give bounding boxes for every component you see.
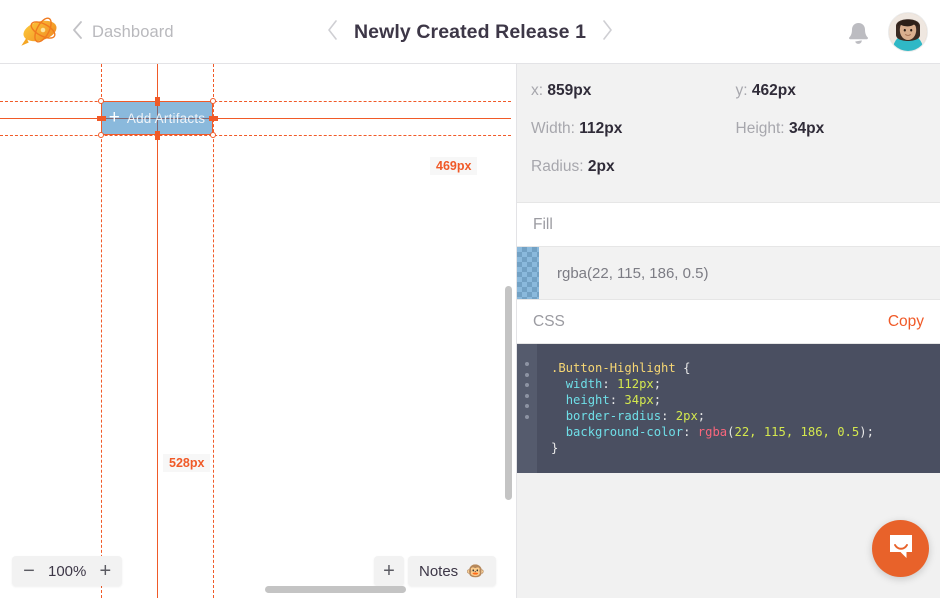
gutter-dot	[525, 415, 529, 419]
property-x: x: 859px	[531, 82, 736, 100]
plus-icon: +	[109, 108, 120, 127]
property-value: 462px	[752, 82, 796, 99]
css-section-title: CSS	[533, 313, 565, 331]
crosshair-horizontal	[0, 118, 511, 119]
fill-section-title: Fill	[533, 216, 553, 234]
property-label: Radius:	[531, 158, 584, 175]
property-label: x:	[531, 82, 543, 99]
zeplin-app-window: Dashboard Newly Created Release 1	[0, 0, 940, 598]
breadcrumb-back-dashboard[interactable]: Dashboard	[72, 0, 174, 64]
guide-vertical-left	[101, 64, 102, 598]
user-avatar[interactable]	[888, 12, 928, 52]
gutter-dot	[525, 362, 529, 366]
property-radius: Radius: 2px	[531, 158, 744, 176]
zoom-in-button[interactable]: +	[92, 557, 118, 585]
intercom-chat-launcher[interactable]	[872, 520, 929, 577]
chat-bubble-icon	[886, 531, 916, 566]
notifications-bell-icon[interactable]	[845, 20, 872, 52]
guide-horizontal-bottom	[0, 135, 511, 136]
guide-vertical-right	[213, 64, 214, 598]
css-section-header: CSS Copy	[517, 299, 940, 344]
previous-screen-icon[interactable]	[327, 20, 338, 45]
notes-label: Notes	[419, 563, 458, 580]
selected-element-add-artifacts[interactable]: + Add Artifacts	[101, 101, 213, 135]
property-row: Width: 112px Height: 34px	[517, 120, 940, 138]
resize-handle-top-right[interactable]	[210, 98, 216, 104]
zoom-control[interactable]: − 100% +	[12, 556, 122, 586]
monkey-face-icon: 🐵	[466, 562, 485, 580]
top-navigation-bar: Dashboard Newly Created Release 1	[0, 0, 940, 64]
vertical-scrollbar[interactable]	[505, 286, 512, 500]
fill-color-value: rgba(22, 115, 186, 0.5)	[539, 265, 709, 282]
tick-left	[97, 116, 106, 121]
fill-row[interactable]: rgba(22, 115, 186, 0.5)	[517, 247, 940, 299]
gutter-dot	[525, 373, 529, 377]
property-label: y:	[736, 82, 748, 99]
gutter-dot	[525, 383, 529, 387]
tick-top	[155, 97, 160, 106]
add-button[interactable]: +	[374, 556, 404, 586]
fill-section-header: Fill	[517, 202, 940, 247]
property-value: 112px	[579, 120, 622, 137]
next-screen-icon[interactable]	[602, 20, 613, 45]
gutter-dot	[525, 404, 529, 408]
property-label: Width:	[531, 120, 575, 137]
property-width: Width: 112px	[531, 120, 736, 138]
design-canvas[interactable]: + Add Artifacts 469px 528px	[0, 64, 511, 598]
page-title: Newly Created Release 1	[354, 21, 586, 44]
resize-handle-bottom-right[interactable]	[210, 132, 216, 138]
tick-bottom	[155, 131, 160, 140]
property-row: x: 859px y: 462px	[517, 82, 940, 100]
property-value: 859px	[547, 82, 591, 99]
measurement-label-left: 528px	[163, 454, 210, 472]
resize-handle-bottom-left[interactable]	[98, 132, 104, 138]
zoom-level-value: 100%	[46, 563, 88, 580]
property-row: Radius: 2px	[517, 158, 940, 176]
properties-section: x: 859px y: 462px Width: 112px Height: 3…	[517, 64, 940, 202]
breadcrumb-back-label: Dashboard	[92, 23, 174, 42]
css-code-block[interactable]: .Button-Highlight { width: 112px; height…	[517, 344, 940, 473]
zeppelin-logo-icon[interactable]	[16, 13, 62, 51]
guide-horizontal-top	[0, 101, 511, 102]
property-value: 34px	[789, 120, 824, 137]
property-y: y: 462px	[736, 82, 940, 100]
horizontal-scrollbar[interactable]	[265, 586, 406, 593]
measurement-label-top: 469px	[430, 157, 477, 175]
property-value: 2px	[588, 158, 615, 175]
inspector-panel: x: 859px y: 462px Width: 112px Height: 3…	[516, 64, 940, 598]
resize-handle-top-left[interactable]	[98, 98, 104, 104]
fill-color-swatch[interactable]	[517, 247, 539, 299]
property-label: Height:	[736, 120, 785, 137]
code-gutter	[517, 344, 537, 473]
crosshair-vertical	[157, 64, 158, 598]
chevron-left-icon	[72, 21, 83, 44]
selected-element-label: Add Artifacts	[127, 111, 205, 126]
copy-css-button[interactable]: Copy	[888, 313, 924, 331]
notes-button[interactable]: Notes 🐵	[408, 556, 496, 586]
zoom-out-button[interactable]: −	[16, 557, 42, 585]
plus-icon: +	[374, 557, 404, 585]
property-height: Height: 34px	[736, 120, 940, 138]
css-code-text: .Button-Highlight { width: 112px; height…	[537, 344, 940, 473]
gutter-dot	[525, 394, 529, 398]
tick-right	[209, 116, 218, 121]
